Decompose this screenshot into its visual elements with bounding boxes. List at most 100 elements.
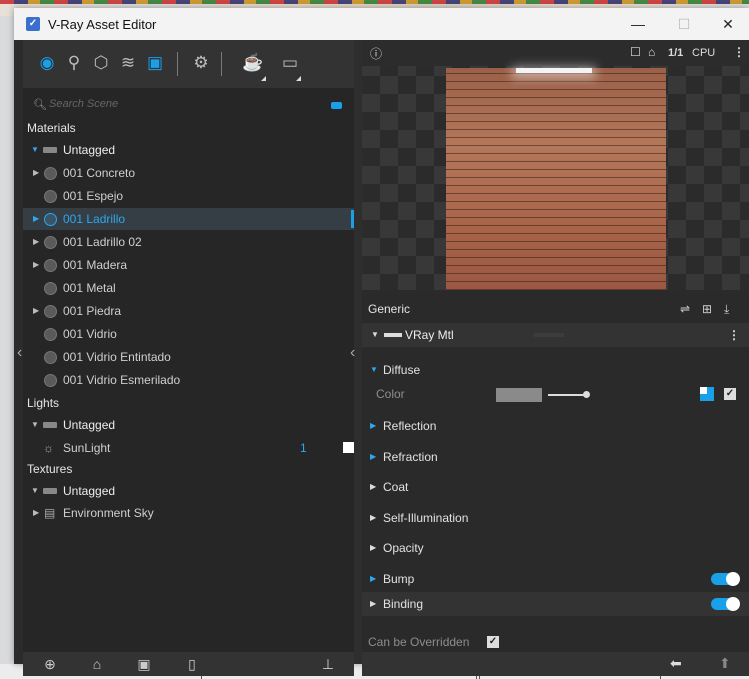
texture-slot-icon[interactable] <box>700 387 714 401</box>
expand-arrow-icon[interactable]: ▶ <box>370 506 376 530</box>
color-amount-slider[interactable] <box>548 394 584 396</box>
self-illumination-section[interactable]: ▶ Self-Illumination <box>362 506 749 530</box>
light-item[interactable]: ☼ SunLight 1 <box>23 437 354 459</box>
bump-toggle[interactable] <box>711 572 740 586</box>
expand-arrow-icon[interactable]: ▶ <box>33 162 39 184</box>
expand-arrow-icon[interactable]: ▶ <box>33 502 39 524</box>
material-item[interactable]: ▶ 001 Ladrillo 02 <box>23 231 354 253</box>
material-item[interactable]: ▶ 001 Piedra <box>23 300 354 322</box>
material-ball-icon <box>44 190 57 203</box>
material-item[interactable]: 001 Vidrio Entintado <box>23 346 354 368</box>
dropdown-corner-icon <box>261 76 266 81</box>
texture-icon: ▤ <box>44 506 56 520</box>
slider-handle[interactable] <box>583 391 590 398</box>
binding-toggle[interactable] <box>711 597 740 611</box>
options-icon[interactable]: ⇌ <box>680 298 690 320</box>
expand-arrow-icon[interactable]: ▶ <box>370 536 376 560</box>
material-item[interactable]: ▶ 001 Concreto <box>23 162 354 184</box>
geometry-icon[interactable]: ⬡ <box>90 52 112 74</box>
material-name-field[interactable] <box>534 333 564 337</box>
reflection-section[interactable]: ▶ Reflection <box>362 414 749 438</box>
expand-arrow-icon[interactable]: ▶ <box>33 208 39 230</box>
tag-group-row[interactable]: ▼ Untagged <box>23 414 354 436</box>
material-item-selected[interactable]: ▶ 001 Ladrillo <box>23 208 354 230</box>
open-folder-icon[interactable]: ⌂ <box>89 656 105 672</box>
tag-icon <box>43 422 57 428</box>
tag-group-row[interactable]: ▼ Untagged <box>23 139 354 161</box>
material-item[interactable]: 001 Espejo <box>23 185 354 207</box>
search-bar[interactable]: 🔍︎ Search Scene <box>23 96 354 116</box>
render-device[interactable]: CPU <box>692 47 715 59</box>
material-type-bar[interactable]: ▼ VRay Mtl ⋮ <box>362 323 749 347</box>
material-label: 001 Vidrio Entintado <box>63 350 171 364</box>
diffuse-texture-checkbox[interactable]: ✓ <box>724 388 736 400</box>
preview-resolution[interactable]: 1/1 <box>668 47 683 59</box>
lights-section[interactable]: Lights <box>23 392 354 414</box>
up-arrow-icon[interactable]: ⬆ <box>719 655 731 672</box>
preview-link-icon[interactable]: ⓘ <box>370 45 382 62</box>
collapse-left-icon[interactable]: ‹ <box>17 344 22 362</box>
maximize-button[interactable]: ☐ <box>664 13 704 35</box>
expand-arrow-icon[interactable]: ▶ <box>370 445 376 469</box>
override-checkbox[interactable]: ✓ <box>487 636 499 648</box>
refraction-section[interactable]: ▶ Refraction <box>362 445 749 469</box>
delete-icon[interactable]: ▯ <box>184 656 200 672</box>
expand-arrow-icon[interactable]: ▶ <box>370 475 376 499</box>
lights-icon[interactable]: ⚲ <box>63 52 85 74</box>
material-label: 001 Vidrio <box>63 327 117 341</box>
material-type-icon <box>384 333 402 337</box>
purge-unused-icon[interactable]: ⊥ <box>320 656 336 672</box>
expand-arrow-icon[interactable]: ▶ <box>370 414 376 438</box>
opacity-section[interactable]: ▶ Opacity <box>362 536 749 560</box>
coat-section[interactable]: ▶ Coat <box>362 475 749 499</box>
expand-arrow-icon[interactable]: ▼ <box>31 139 39 161</box>
minimize-button[interactable]: — <box>618 13 658 35</box>
texture-item[interactable]: ▶ ▤ Environment Sky <box>23 502 354 524</box>
bump-section[interactable]: ▶ Bump <box>362 567 749 591</box>
expand-arrow-icon[interactable]: ▶ <box>33 300 39 322</box>
expand-arrow-icon[interactable]: ▶ <box>370 592 376 616</box>
material-item[interactable]: 001 Vidrio <box>23 323 354 345</box>
preview-menu-icon[interactable]: ⋮ <box>733 45 745 59</box>
back-arrow-icon[interactable]: ⬅ <box>670 655 682 672</box>
collapse-arrow-icon[interactable]: ▼ <box>371 323 379 347</box>
material-menu-icon[interactable]: ⋮ <box>728 323 740 347</box>
materials-section[interactable]: Materials <box>23 117 354 139</box>
light-enable-checkbox[interactable] <box>343 442 354 453</box>
materials-icon[interactable]: ◉ <box>36 52 58 74</box>
collapse-right-icon[interactable]: ‹ <box>350 344 355 362</box>
expand-arrow-icon[interactable]: ▶ <box>33 231 39 253</box>
preview-frame-icon[interactable]: ☐ <box>630 45 641 59</box>
expand-arrow-icon[interactable]: ▼ <box>31 480 39 502</box>
teapot-render-icon[interactable]: ☕ <box>242 52 264 74</box>
expand-arrow-icon[interactable]: ▶ <box>370 567 376 591</box>
expand-arrow-icon[interactable]: ▼ <box>31 414 39 436</box>
frame-buffer-icon[interactable]: ▭ <box>279 52 301 74</box>
add-asset-icon[interactable]: ⊕ <box>42 656 58 672</box>
tag-group-label: Untagged <box>63 143 116 157</box>
title-bar[interactable]: ✓ V-Ray Asset Editor — ☐ ✕ <box>14 8 749 40</box>
textures-icon[interactable]: ▣ <box>144 52 166 74</box>
material-item[interactable]: 001 Metal <box>23 277 354 299</box>
diffuse-section[interactable]: ▼ Diffuse <box>362 358 749 382</box>
section-label: Coat <box>383 480 409 494</box>
import-icon[interactable]: ⤓ <box>724 298 729 320</box>
tag-group-row[interactable]: ▼ Untagged <box>23 480 354 502</box>
expand-arrow-icon[interactable]: ▼ <box>370 358 378 382</box>
save-icon[interactable]: ▣ <box>136 656 152 672</box>
search-placeholder[interactable]: Search Scene <box>49 98 118 110</box>
add-layer-icon[interactable]: ⊞ <box>702 298 712 320</box>
render-elements-icon[interactable]: ≋ <box>117 52 139 74</box>
binding-section[interactable]: ▶ Binding <box>362 592 749 616</box>
panel-splitter[interactable]: ‹ <box>350 40 362 664</box>
tag-filter-icon[interactable] <box>331 102 342 109</box>
settings-icon[interactable]: ⚙ <box>190 52 212 74</box>
close-button[interactable]: ✕ <box>708 13 748 35</box>
textures-section[interactable]: Textures <box>23 458 354 480</box>
expand-arrow-icon[interactable]: ▶ <box>33 254 39 276</box>
material-item[interactable]: 001 Vidrio Esmerilado <box>23 369 354 391</box>
preview-scene-icon[interactable]: ⌂ <box>648 45 655 59</box>
material-item[interactable]: ▶ 001 Madera <box>23 254 354 276</box>
properties-panel: ⓘ ☐ ⌂ 1/1 CPU ⋮ Generic ⇌ ⊞ ⤓ ▼ VRay Mtl… <box>362 40 749 676</box>
diffuse-color-swatch[interactable] <box>496 388 542 402</box>
